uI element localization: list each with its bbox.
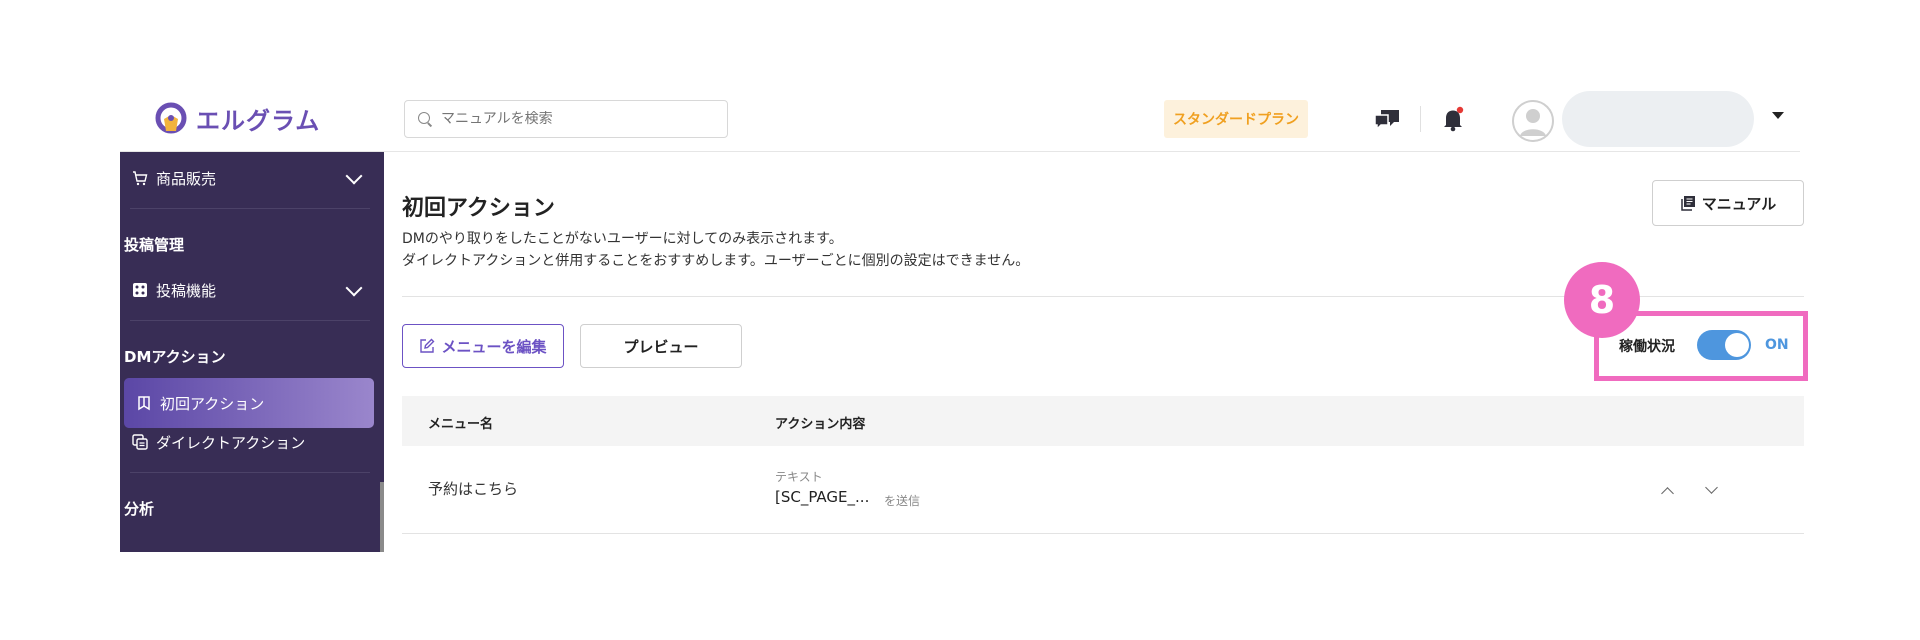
sidebar-item-label: 商品販売 <box>156 169 217 188</box>
move-up-icon[interactable] <box>1660 484 1674 498</box>
app-logo[interactable]: エルグラム <box>154 100 320 136</box>
sidebar-divider <box>130 472 370 473</box>
sidebar-item-direct-action[interactable]: ダイレクトアクション <box>120 416 378 468</box>
edit-menu-button-label: メニューを編集 <box>441 337 547 356</box>
column-header-action-content: アクション内容 <box>775 417 866 432</box>
logo-mark-icon <box>154 101 188 135</box>
row-action-type: テキスト <box>775 470 823 484</box>
step-number-badge: 8 <box>1564 262 1640 338</box>
toggle-knob <box>1725 333 1749 357</box>
search-input[interactable] <box>441 111 701 127</box>
cart-icon <box>132 170 148 186</box>
sidebar: 商品販売 投稿管理 投稿機能 DMアクション 初回アクション ダイレクトアクショ… <box>120 152 384 552</box>
status-label: 稼働状況 <box>1619 339 1675 355</box>
edit-menu-button[interactable]: メニューを編集 <box>402 324 564 368</box>
chevron-down-icon <box>345 167 363 185</box>
page-title: 初回アクション <box>402 196 555 221</box>
column-header-menu-name: メニュー名 <box>428 417 494 432</box>
sidebar-item-post-features[interactable]: 投稿機能 <box>120 264 378 316</box>
page-description-line-1: DMのやり取りをしたことがないユーザーに対してのみ表示されます。 <box>402 231 843 247</box>
sidebar-divider <box>130 208 370 209</box>
app-window: エルグラム スタンダードプラン <box>120 88 1808 552</box>
user-name-pill[interactable] <box>1562 91 1754 147</box>
sidebar-heading-dm-actions: DMアクション <box>124 348 226 366</box>
dice-icon <box>132 282 148 298</box>
preview-button[interactable]: プレビュー <box>580 324 742 368</box>
search-box[interactable] <box>404 100 728 138</box>
top-header: エルグラム スタンダードプラン <box>120 88 1800 152</box>
row-action-value: [SC_PAGE_... <box>775 488 870 506</box>
bell-icon[interactable] <box>1438 104 1468 134</box>
status-toggle[interactable] <box>1697 330 1751 360</box>
page-description-line-2: ダイレクトアクションと併用することをおすすめします。ユーザーごとに個別の設定はで… <box>402 253 1030 269</box>
plan-badge[interactable]: スタンダードプラン <box>1164 100 1308 138</box>
sidebar-item-label: 投稿機能 <box>156 281 217 300</box>
move-down-icon[interactable] <box>1704 482 1718 496</box>
table-header: メニュー名 アクション内容 <box>402 396 1804 446</box>
row-menu-name: 予約はこちら <box>428 480 519 498</box>
sidebar-divider <box>130 320 370 321</box>
edit-icon <box>419 338 435 354</box>
sidebar-item-product-sales[interactable]: 商品販売 <box>120 152 378 204</box>
chevron-down-icon <box>345 279 363 297</box>
book-icon <box>1680 195 1696 211</box>
table-row[interactable]: 予約はこちら テキスト [SC_PAGE_... を送信 <box>402 446 1804 534</box>
copy-icon <box>132 434 148 450</box>
toggle-state-text: ON <box>1765 337 1789 353</box>
row-action-suffix: を送信 <box>884 494 921 508</box>
sidebar-heading-posts: 投稿管理 <box>124 236 185 254</box>
main-content: 初回アクション DMのやり取りをしたことがないユーザーに対してのみ表示されます。… <box>384 152 1808 552</box>
user-avatar-icon[interactable] <box>1512 100 1554 142</box>
search-icon <box>417 111 433 127</box>
chat-icon[interactable] <box>1372 104 1402 134</box>
sidebar-item-label: 初回アクション <box>160 394 265 413</box>
logo-text: エルグラム <box>196 106 321 135</box>
header-divider <box>1420 106 1421 132</box>
manual-button[interactable]: マニュアル <box>1652 180 1804 226</box>
chevron-down-icon[interactable] <box>1772 112 1784 119</box>
sidebar-heading-analytics: 分析 <box>124 500 155 518</box>
sidebar-item-label: ダイレクトアクション <box>156 433 306 452</box>
bookmark-icon <box>136 395 152 411</box>
manual-button-label: マニュアル <box>1701 194 1777 213</box>
